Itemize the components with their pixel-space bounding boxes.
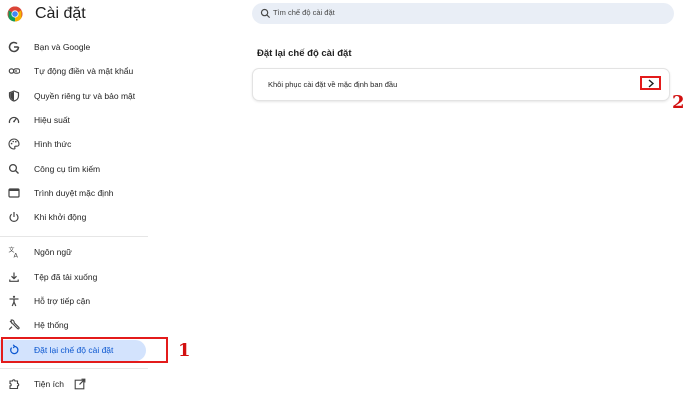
restore-defaults-row-label[interactable]: Khôi phục cài đặt về mặc định ban đầu — [268, 80, 397, 89]
annotation-highlight-box — [1, 337, 168, 363]
sidebar-item-extensions[interactable]: Tiện ích — [0, 374, 146, 394]
palette-icon — [8, 138, 20, 150]
sidebar-item-accessibility[interactable]: Hỗ trợ tiếp cận — [0, 291, 146, 312]
chrome-logo-icon — [7, 6, 23, 22]
sidebar-item-label: Tự động điền và mật khẩu — [34, 66, 134, 76]
sidebar-item-label: Khi khởi động — [34, 212, 87, 222]
chevron-right-icon — [648, 79, 655, 88]
download-icon — [9, 272, 19, 282]
translate-icon: 文 A — [9, 246, 19, 259]
search-placeholder: Tìm chế độ cài đặt — [273, 8, 335, 17]
sidebar-item-default-browser[interactable]: Trình duyệt mặc định — [0, 183, 146, 204]
annotation-step-number: 2 — [672, 92, 685, 113]
sidebar-item-label: Ngôn ngữ — [34, 247, 72, 257]
search-icon — [8, 163, 19, 174]
sidebar-item-label: Hỗ trợ tiếp cận — [34, 296, 91, 306]
reset-settings-card: Khôi phục cài đặt về mặc định ban đầu — [253, 69, 669, 100]
speedometer-icon — [8, 116, 20, 124]
sidebar-item-label: Hiệu suất — [34, 115, 70, 125]
sidebar-item-downloads[interactable]: Tệp đã tải xuống — [0, 267, 146, 288]
key-icon — [8, 68, 20, 74]
sidebar-item-privacy[interactable]: Quyền riêng tư và bảo mật — [0, 86, 146, 107]
sidebar-item-label: Hệ thống — [34, 320, 69, 330]
sidebar-item-system[interactable]: Hệ thống — [0, 315, 146, 336]
page-title: Cài đặt — [35, 5, 86, 22]
restore-defaults-button[interactable] — [640, 76, 661, 90]
puzzle-icon — [9, 379, 20, 390]
shield-icon — [8, 90, 20, 102]
sidebar-item-on-startup[interactable]: Khi khởi động — [0, 207, 146, 228]
sidebar-item-label: Tiện ích — [34, 379, 64, 389]
wrench-icon — [8, 319, 20, 330]
sidebar-item-label: Hình thức — [34, 139, 72, 149]
sidebar-item-label: Trình duyệt mặc định — [34, 188, 114, 198]
sidebar-item-appearance[interactable]: Hình thức — [0, 134, 146, 155]
sidebar-item-search-engine[interactable]: Công cụ tìm kiếm — [0, 159, 146, 180]
accessibility-icon — [9, 295, 19, 307]
search-input[interactable]: Tìm chế độ cài đặt — [252, 3, 674, 24]
sidebar-item-languages[interactable]: 文 A Ngôn ngữ — [0, 242, 146, 263]
sidebar-item-label: Quyền riêng tư và bảo mật — [34, 91, 136, 101]
svg-text:A: A — [14, 252, 19, 259]
external-link-icon[interactable] — [74, 378, 86, 390]
sidebar-item-autofill[interactable]: Tự động điền và mật khẩu — [0, 61, 146, 82]
google-icon — [8, 41, 20, 53]
sidebar-item-label: Tệp đã tải xuống — [34, 272, 98, 282]
sidebar-divider — [0, 236, 148, 237]
section-title: Đặt lại chế độ cài đặt — [257, 48, 352, 59]
sidebar-divider — [0, 368, 148, 369]
sidebar-item-performance[interactable]: Hiệu suất — [0, 110, 146, 131]
power-icon — [9, 212, 19, 222]
annotation-step-number: 1 — [178, 340, 191, 361]
sidebar-item-google[interactable]: Bạn và Google — [0, 37, 146, 58]
sidebar-item-label: Công cụ tìm kiếm — [34, 164, 101, 174]
sidebar-item-label: Bạn và Google — [34, 42, 91, 52]
browser-window-icon — [8, 188, 20, 198]
search-icon — [260, 8, 271, 19]
